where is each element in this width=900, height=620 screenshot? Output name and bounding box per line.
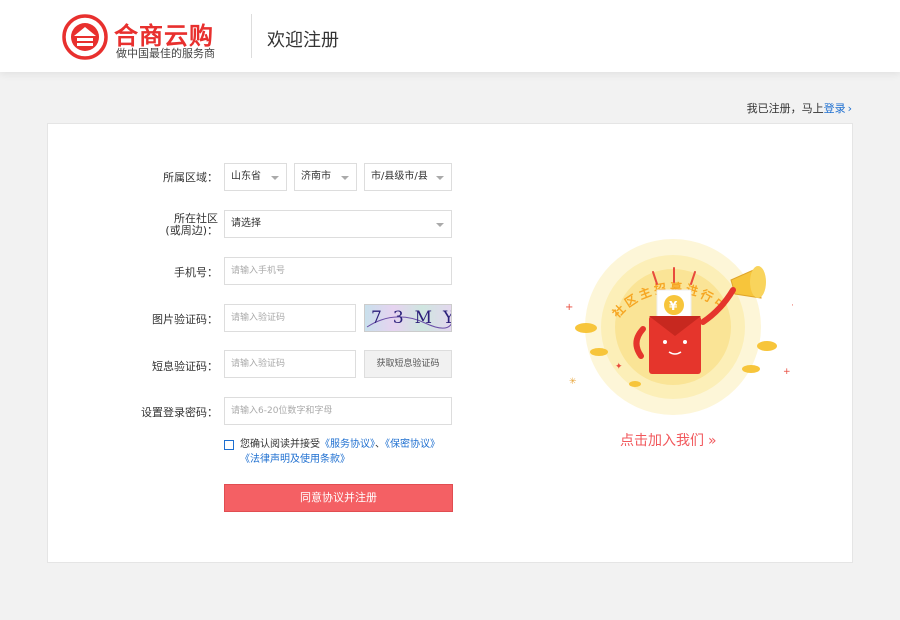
- captcha-text: 73MY: [371, 308, 451, 328]
- community-label-line2: (或周边)：: [165, 224, 218, 237]
- logo-mark-icon: [62, 14, 108, 60]
- image-code-label: 图片验证码：: [152, 313, 218, 326]
- brand-slogan: 做中国最佳的服务商: [116, 47, 215, 60]
- community-label: 所在社区 (或周边)：: [146, 213, 218, 237]
- page-title: 欢迎注册: [267, 30, 339, 51]
- login-link[interactable]: 登录: [824, 102, 846, 115]
- caret-down-icon: [436, 223, 444, 227]
- city-select[interactable]: 济南市: [294, 163, 357, 191]
- agreement-line2: 《法律声明及使用条款》: [240, 453, 350, 467]
- caret-down-icon: [271, 176, 279, 180]
- image-code-input[interactable]: 请输入验证码: [224, 304, 356, 332]
- join-us-text: 点击加入我们: [620, 433, 704, 449]
- sms-code-input[interactable]: 请输入验证码: [224, 350, 356, 378]
- double-chevron-right-icon: »: [708, 433, 717, 449]
- phone-input[interactable]: 请输入手机号: [224, 257, 452, 285]
- register-card: 所属区域： 山东省 济南市 市/县级市/县 所在社区 (或周边)： 请选择 手机…: [47, 123, 853, 563]
- community-select[interactable]: 请选择: [224, 210, 452, 238]
- svg-text:+: +: [565, 302, 573, 313]
- chevron-right-icon: ›: [847, 102, 852, 115]
- agree-and-register-button[interactable]: 同意协议并注册: [224, 484, 453, 512]
- svg-text:✦: ✦: [615, 362, 623, 372]
- phone-label: 手机号：: [174, 266, 218, 279]
- service-agreement-link[interactable]: 《服务协议》: [320, 439, 375, 450]
- captcha-image[interactable]: 73MY: [364, 304, 452, 332]
- password-label: 设置登录密码：: [141, 406, 218, 419]
- region-label: 所属区域：: [163, 171, 218, 184]
- login-hint-text: 我已注册，马上: [746, 102, 824, 115]
- password-input[interactable]: 请输入6-20位数字和字母: [224, 397, 452, 425]
- agreement-line1: 您确认阅读并接受《服务协议》、《保密协议》: [240, 438, 440, 452]
- site-header: 合商云购 做中国最佳的服务商 欢迎注册: [0, 0, 900, 72]
- svg-text:+: +: [783, 367, 791, 377]
- svg-text:✳: ✳: [569, 377, 577, 387]
- agreement-separator: 、: [375, 439, 385, 450]
- yuan-coin-icon: ¥: [669, 299, 678, 313]
- caret-down-icon: [341, 176, 349, 180]
- sms-code-placeholder: 请输入验证码: [231, 359, 286, 369]
- province-value: 山东省: [231, 171, 261, 182]
- get-sms-code-button[interactable]: 获取短息验证码: [364, 350, 452, 378]
- join-us-link[interactable]: 点击加入我们»: [620, 430, 717, 450]
- login-hint: 我已注册，马上登录 ›: [747, 100, 852, 116]
- province-select[interactable]: 山东省: [224, 163, 287, 191]
- sms-code-label: 短息验证码：: [152, 360, 218, 373]
- password-placeholder: 请输入6-20位数字和字母: [231, 406, 333, 416]
- community-value: 请选择: [231, 218, 261, 229]
- county-value: 市/县级市/县: [371, 171, 428, 182]
- phone-placeholder: 请输入手机号: [231, 266, 286, 276]
- county-select[interactable]: 市/县级市/县: [364, 163, 452, 191]
- caret-down-icon: [436, 176, 444, 180]
- agreement-checkbox[interactable]: [224, 440, 234, 450]
- brand-logo[interactable]: 合商云购 做中国最佳的服务商: [62, 14, 262, 60]
- city-value: 济南市: [301, 171, 331, 182]
- header-divider: [251, 14, 252, 58]
- image-code-placeholder: 请输入验证码: [231, 313, 286, 323]
- legal-terms-link[interactable]: 《法律声明及使用条款》: [240, 454, 350, 465]
- svg-text:+: +: [791, 300, 793, 311]
- privacy-agreement-link[interactable]: 《保密协议》: [385, 439, 440, 450]
- agreement-prefix: 您确认阅读并接受: [240, 439, 320, 450]
- recruitment-illustration: 社区主招募进行中 + + ✦ + ✳ ¥: [565, 239, 793, 415]
